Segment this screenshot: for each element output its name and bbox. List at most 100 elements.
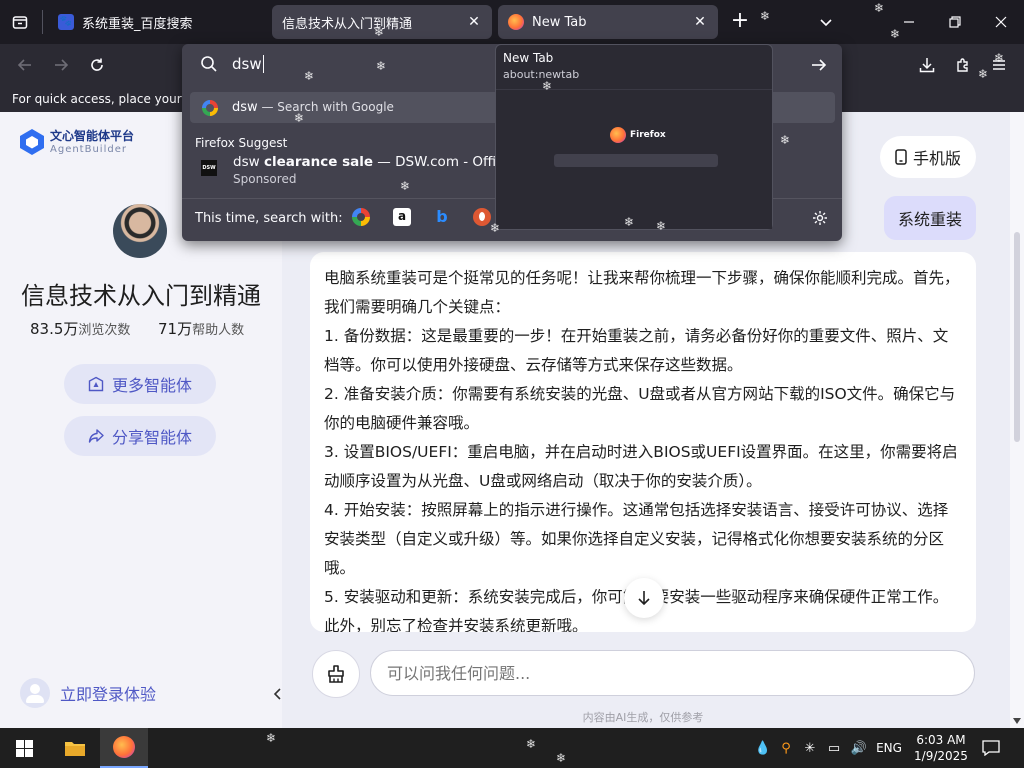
ai-disclaimer: 内容由AI生成，仅供参考 bbox=[582, 711, 704, 724]
reload-icon bbox=[91, 58, 103, 71]
restore-icon bbox=[949, 16, 961, 28]
suggestion-sponsored[interactable]: DSW dsw clearance sale — DSW.com - Offic… bbox=[190, 152, 519, 190]
taskbar: 💧 ⚲ ✳ ▭ 🔊 ENG 6:03 AM 1/9/2025 bbox=[0, 728, 1024, 768]
scroll-to-bottom-button[interactable] bbox=[624, 578, 664, 618]
engine-bing[interactable]: b bbox=[433, 208, 451, 226]
notification-icon bbox=[982, 740, 1000, 756]
home-icon bbox=[88, 376, 104, 392]
tray-search-icon[interactable]: ⚲ bbox=[776, 728, 796, 768]
forward-button[interactable] bbox=[46, 50, 76, 80]
preview-thumbnail: Firefox bbox=[496, 89, 772, 229]
share-icon bbox=[88, 429, 104, 443]
firefox-icon bbox=[113, 736, 135, 758]
restore-button[interactable] bbox=[932, 0, 978, 44]
windows-logo-icon bbox=[15, 739, 33, 757]
logo-name: 文心智能体平台 bbox=[50, 129, 135, 143]
user-message-bubble: 系统重装 bbox=[884, 196, 976, 240]
search-icon bbox=[201, 56, 217, 72]
close-tab-icon[interactable]: ✕ bbox=[692, 14, 708, 30]
engine-amazon[interactable]: a bbox=[393, 208, 411, 226]
preview-search-box bbox=[554, 154, 718, 167]
snowflake-icon: ❄ bbox=[874, 1, 885, 15]
agent-title: 信息技术从入门到精通 bbox=[21, 282, 261, 310]
more-agents-label: 更多智能体 bbox=[111, 376, 192, 395]
duckduckgo-icon bbox=[479, 212, 485, 221]
tab-title: 信息技术从入门到精通 bbox=[282, 16, 413, 32]
firefox-icon bbox=[508, 14, 524, 30]
list-all-tabs-button[interactable] bbox=[812, 8, 840, 36]
tab-list-button[interactable] bbox=[6, 8, 34, 36]
page-scrollbar[interactable] bbox=[1010, 112, 1024, 728]
notifications-button[interactable] bbox=[978, 728, 1004, 768]
reply-paragraph: 1. 备份数据：这是最重要的一步！在开始重装之前，请务必备份好你的重要文件、照片… bbox=[324, 327, 949, 374]
more-agents-button[interactable]: 更多智能体 bbox=[64, 364, 216, 404]
agentbuilder-logo[interactable]: 文心智能体平台 AgentBuilder bbox=[18, 126, 148, 158]
search-settings-button[interactable] bbox=[810, 208, 830, 228]
snowflake-icon: ❄ bbox=[656, 219, 667, 233]
scroll-down-icon[interactable] bbox=[1013, 718, 1021, 724]
new-chat-button[interactable] bbox=[312, 650, 360, 698]
network-icon[interactable]: ▭ bbox=[824, 728, 844, 768]
sponsored-bold: clearance sale bbox=[263, 154, 373, 170]
arrow-right-icon bbox=[55, 59, 69, 71]
user-message-text: 系统重装 bbox=[897, 210, 962, 229]
share-agent-button[interactable]: 分享智能体 bbox=[64, 416, 216, 456]
chat-input-field[interactable] bbox=[387, 663, 958, 683]
go-button[interactable] bbox=[808, 54, 830, 76]
preview-brand: Firefox bbox=[630, 130, 666, 140]
urlbar-input[interactable]: dsw bbox=[232, 55, 262, 73]
mobile-version-label: 手机版 bbox=[912, 149, 961, 168]
engine-google[interactable] bbox=[352, 208, 370, 226]
tab-divider bbox=[42, 10, 43, 34]
tray-drop-icon[interactable]: 💧 bbox=[754, 728, 772, 768]
suggestion-query: dsw bbox=[232, 100, 258, 115]
downloads-button[interactable] bbox=[912, 50, 942, 80]
reply-paragraph: 3. 设置BIOS/UEFI：重启电脑，并在启动时进入BIOS或UEFI设置界面… bbox=[324, 443, 958, 490]
google-icon bbox=[202, 99, 218, 116]
taskbar-file-explorer[interactable] bbox=[52, 728, 98, 768]
text-cursor bbox=[262, 55, 264, 73]
reload-button[interactable] bbox=[82, 50, 112, 80]
new-tab-button[interactable]: + bbox=[726, 8, 754, 36]
avatar bbox=[113, 204, 167, 258]
bookmarks-hint: For quick access, place your boo bbox=[12, 92, 208, 106]
views-number: 83.5万 bbox=[30, 320, 79, 338]
snowflake-icon: ❄ bbox=[542, 79, 553, 93]
engine-duckduckgo[interactable] bbox=[473, 208, 491, 226]
reply-paragraph: 2. 准备安装介质：你需要有系统安装的光盘、U盘或者从官方网站下载的ISO文件。… bbox=[324, 385, 956, 432]
login-button[interactable]: 立即登录体验 bbox=[20, 678, 220, 708]
tray-snowflake-icon[interactable]: ✳ bbox=[800, 728, 820, 768]
snowflake-icon: ❄ bbox=[780, 133, 791, 147]
tab-new-tab[interactable]: New Tab ✕ bbox=[498, 5, 718, 39]
views-label: 浏览次数 bbox=[78, 323, 131, 338]
helped-label: 帮助人数 bbox=[192, 323, 245, 338]
input-language[interactable]: ENG bbox=[872, 728, 906, 768]
logo-subtitle: AgentBuilder bbox=[50, 144, 127, 155]
chat-input[interactable] bbox=[370, 650, 975, 696]
tab-bar: 🐾 系统重装_百度搜索 信息技术从入门到精通 ✕ New Tab ✕ + bbox=[0, 0, 1024, 44]
taskbar-firefox[interactable] bbox=[100, 728, 148, 768]
google-icon bbox=[357, 213, 365, 221]
clock[interactable]: 6:03 AM 1/9/2025 bbox=[910, 728, 972, 768]
tab-baidu-search[interactable]: 🐾 系统重装_百度搜索 bbox=[48, 5, 266, 39]
close-window-button[interactable] bbox=[978, 0, 1024, 44]
close-icon bbox=[995, 16, 1007, 28]
extensions-button[interactable] bbox=[948, 50, 978, 80]
back-button[interactable] bbox=[10, 50, 40, 80]
puzzle-icon bbox=[957, 58, 968, 72]
volume-icon[interactable]: 🔊 bbox=[848, 728, 870, 768]
gear-icon bbox=[813, 211, 827, 225]
scrollbar-thumb[interactable] bbox=[1014, 232, 1020, 442]
arrow-right-icon bbox=[812, 59, 827, 71]
firefox-logo-icon bbox=[610, 127, 626, 143]
mobile-version-button[interactable]: 手机版 bbox=[880, 136, 976, 178]
start-button[interactable] bbox=[0, 728, 48, 768]
folder-icon bbox=[65, 742, 85, 756]
snowflake-icon: ❄ bbox=[760, 9, 771, 23]
close-tab-icon[interactable]: ✕ bbox=[466, 14, 482, 30]
clock-time: 6:03 AM bbox=[916, 733, 966, 747]
collapse-sidebar-button[interactable] bbox=[268, 682, 288, 706]
snowflake-icon: ❄ bbox=[556, 751, 567, 765]
tab-title: New Tab bbox=[532, 14, 587, 30]
snowflake-icon: ❄ bbox=[294, 111, 305, 125]
